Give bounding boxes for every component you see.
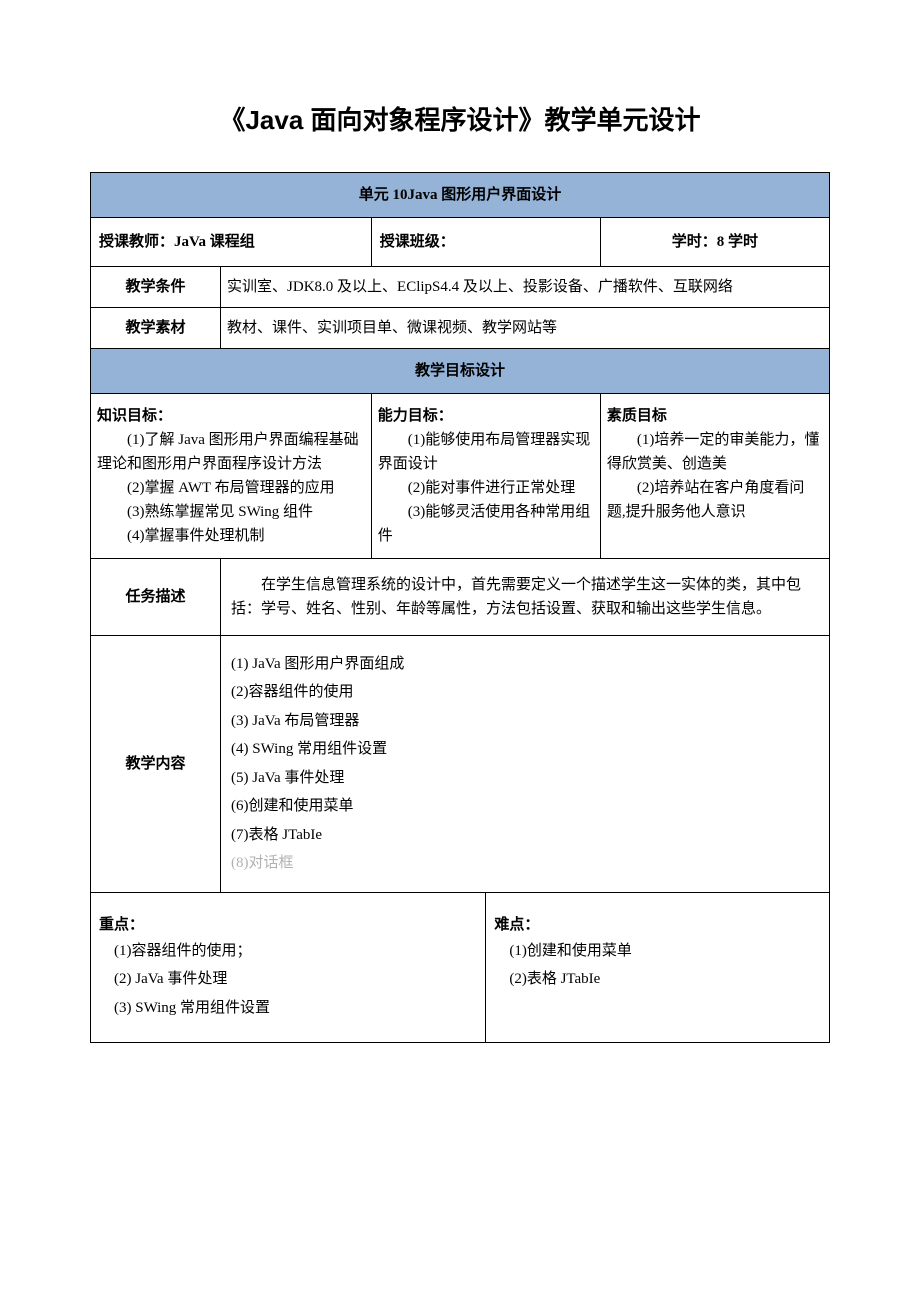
knowledge-goal-item-1: (1)了解 Java 图形用户界面编程基础理论和图形用户界面程序设计方法 (97, 428, 365, 476)
ability-goal-title: 能力目标： (378, 404, 594, 428)
knowledge-goal-item-2: (2)掌握 AWT 布局管理器的应用 (97, 476, 365, 500)
ability-goal-cell: 能力目标： (1)能够使用布局管理器实现界面设计 (2)能对事件进行正常处理 (… (371, 393, 600, 558)
content-item-3: (3) JaVa 布局管理器 (231, 707, 819, 736)
hours-value: 8 学时 (717, 234, 758, 250)
materials-value: 教材、课件、实训项目单、微课视频、教学网站等 (221, 307, 830, 348)
quality-goal-cell: 素质目标 (1)培养一定的审美能力，懂得欣赏美、创造美 (2)培养站在客户角度看… (600, 393, 829, 558)
class-label: 授课班级： (380, 234, 455, 250)
ability-goal-item-3: (3)能够灵活使用各种常用组件 (378, 500, 594, 548)
focus-title: 重点： (99, 913, 477, 937)
focus-item-1: (1)容器组件的使用； (114, 937, 477, 966)
conditions-value: 实训室、JDK8.0 及以上、EClipS4.4 及以上、投影设备、广播软件、互… (221, 266, 830, 307)
content-item-2: (2)容器组件的使用 (231, 678, 819, 707)
focus-cell: 重点： (1)容器组件的使用； (2) JaVa 事件处理 (3) SWing … (91, 892, 486, 1043)
knowledge-goal-cell: 知识目标： (1)了解 Java 图形用户界面编程基础理论和图形用户界面程序设计… (91, 393, 372, 558)
content-item-4: (4) SWing 常用组件设置 (231, 735, 819, 764)
goals-header: 教学目标设计 (91, 348, 830, 393)
lesson-plan-table: 单元 10Java 图形用户界面设计 授课教师：JaVa 课程组 授课班级： 学… (90, 172, 830, 1044)
quality-goal-title: 素质目标 (607, 404, 823, 428)
quality-goal-item-2: (2)培养站在客户角度看问题,提升服务他人意识 (607, 476, 823, 524)
difficulty-item-2: (2)表格 JTabIe (509, 965, 821, 994)
knowledge-goal-item-4: (4)掌握事件处理机制 (97, 524, 365, 548)
conditions-label: 教学条件 (91, 266, 221, 307)
difficulty-item-1: (1)创建和使用菜单 (509, 937, 821, 966)
content-item-8: (8)对话框 (231, 849, 819, 878)
hours-cell: 学时：8 学时 (600, 217, 829, 266)
task-label: 任务描述 (91, 558, 221, 635)
teacher-label: 授课教师： (99, 234, 174, 250)
content-item-6: (6)创建和使用菜单 (231, 792, 819, 821)
materials-label: 教学素材 (91, 307, 221, 348)
content-item-7: (7)表格 JTabIe (231, 821, 819, 850)
content-label: 教学内容 (91, 635, 221, 892)
quality-goal-item-1: (1)培养一定的审美能力，懂得欣赏美、创造美 (607, 428, 823, 476)
page-title: 《Java 面向对象程序设计》教学单元设计 (90, 100, 830, 142)
content-item-5: (5) JaVa 事件处理 (231, 764, 819, 793)
difficulty-cell: 难点： (1)创建和使用菜单 (2)表格 JTabIe (486, 892, 830, 1043)
hours-label: 学时： (672, 234, 717, 250)
ability-goal-item-1: (1)能够使用布局管理器实现界面设计 (378, 428, 594, 476)
ability-goal-item-2: (2)能对事件进行正常处理 (378, 476, 594, 500)
task-value: 在学生信息管理系统的设计中，首先需要定义一个描述学生这一实体的类，其中包括：学号… (221, 558, 830, 635)
difficulty-title: 难点： (494, 913, 821, 937)
content-item-1: (1) JaVa 图形用户界面组成 (231, 650, 819, 679)
teacher-cell: 授课教师：JaVa 课程组 (91, 217, 372, 266)
teacher-value: JaVa 课程组 (174, 234, 255, 250)
knowledge-goal-title: 知识目标： (97, 404, 365, 428)
knowledge-goal-item-3: (3)熟练掌握常见 SWing 组件 (97, 500, 365, 524)
unit-header: 单元 10Java 图形用户界面设计 (91, 172, 830, 217)
focus-item-2: (2) JaVa 事件处理 (114, 965, 477, 994)
focus-item-3: (3) SWing 常用组件设置 (114, 994, 477, 1023)
content-value-cell: (1) JaVa 图形用户界面组成 (2)容器组件的使用 (3) JaVa 布局… (221, 635, 830, 892)
class-cell: 授课班级： (371, 217, 600, 266)
